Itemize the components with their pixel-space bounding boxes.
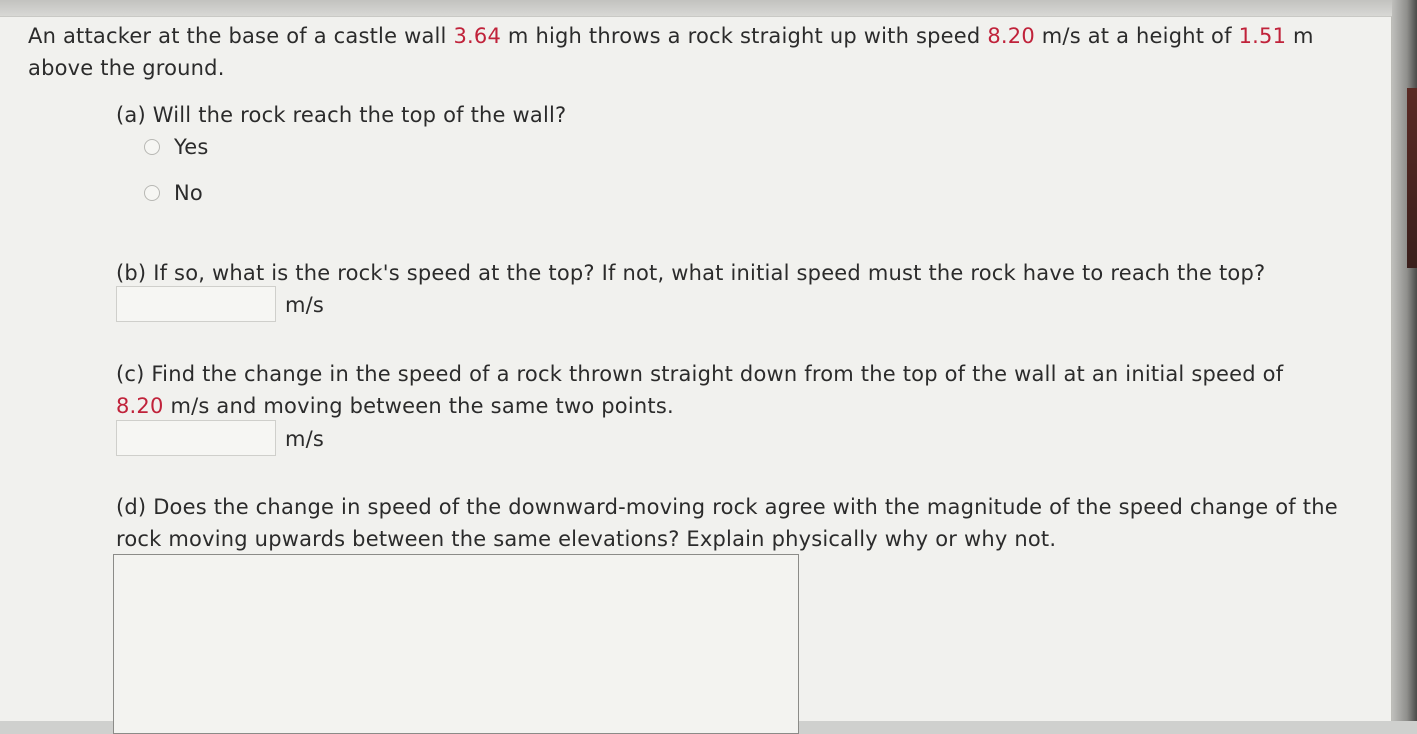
part-c-unit: m/s (285, 427, 325, 451)
problem-text-5: above the ground. (28, 56, 225, 80)
screen-edge (1392, 0, 1417, 721)
part-b-answer-input[interactable] (116, 286, 276, 322)
part-c-question: (c) Find the change in the speed of a ro… (116, 358, 1366, 422)
part-b-unit: m/s (285, 293, 325, 317)
problem-text-3: m/s at a height of (1034, 24, 1239, 48)
edge-strip (1407, 88, 1417, 268)
part-c-speed-value: 8.20 (116, 394, 164, 418)
part-c-text-1: (c) Find the change in the speed of a ro… (116, 362, 1284, 386)
speed-value: 8.20 (987, 24, 1035, 48)
problem-statement: An attacker at the base of a castle wall… (28, 20, 1368, 84)
problem-text-2: m high throws a rock straight up with sp… (501, 24, 988, 48)
wall-height-value: 3.64 (453, 24, 502, 48)
part-a-question: (a) Will the rock reach the top of the w… (116, 103, 567, 127)
part-d-question: (d) Does the change in speed of the down… (116, 495, 1338, 551)
top-edge (0, 0, 1392, 16)
radio-yes[interactable] (144, 139, 160, 155)
option-no[interactable]: No (144, 177, 203, 209)
throw-height-value: 1.51 (1238, 24, 1287, 48)
problem-text-4: m (1286, 24, 1314, 48)
option-yes[interactable]: Yes (144, 131, 209, 163)
problem-text-1: An attacker at the base of a castle wall (28, 24, 454, 48)
part-d-answer-textarea[interactable] (113, 554, 799, 734)
radio-no[interactable] (144, 185, 160, 201)
part-c-answer-input[interactable] (116, 420, 276, 456)
option-yes-label: Yes (174, 135, 209, 159)
part-b-question: (b) If so, what is the rock's speed at t… (116, 261, 1266, 285)
option-no-label: No (174, 181, 203, 205)
part-c-text-2: m/s and moving between the same two poin… (163, 394, 674, 418)
